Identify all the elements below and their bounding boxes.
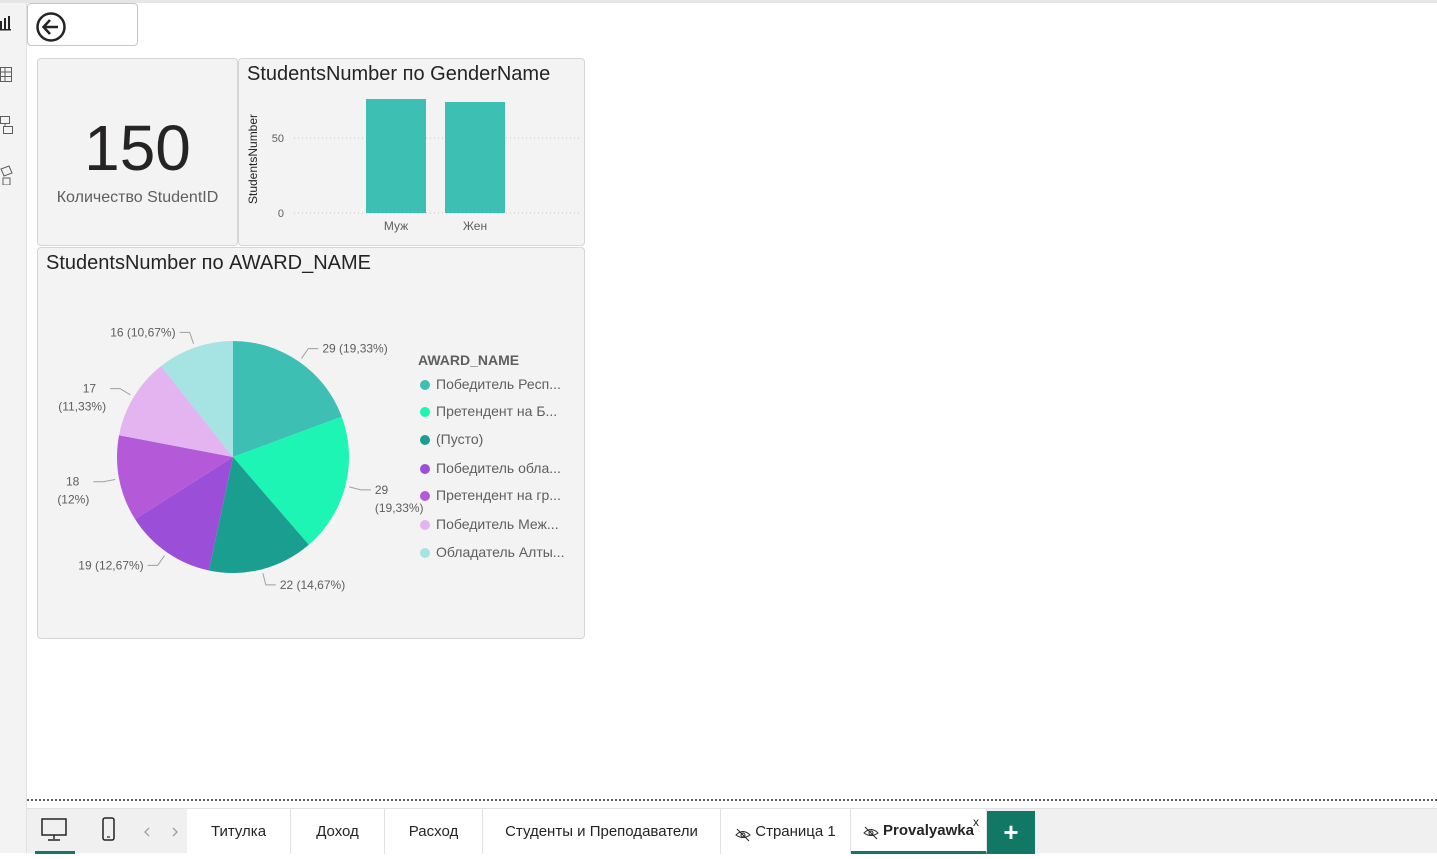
monitor-icon: [41, 818, 67, 841]
tab-stranitsa-1[interactable]: Страница 1: [721, 809, 851, 854]
tab-raskhod[interactable]: Расход: [385, 809, 483, 854]
desktop-layout-button[interactable]: [35, 809, 75, 854]
mobile-layout-button[interactable]: [93, 809, 123, 854]
tab-label: Титулка: [210, 823, 267, 840]
bar-y-axis-label: StudentsNumber: [246, 114, 260, 204]
pie-legend-item[interactable]: Претендент на Б...: [420, 403, 557, 419]
hidden-page-icon: [863, 826, 879, 840]
scroll-tabs-right-button[interactable]: [167, 809, 183, 854]
bar-y-tick-label: 0: [278, 208, 284, 220]
tab-label: Студенты и Преподаватели: [505, 823, 698, 840]
model-view-icon[interactable]: [0, 115, 14, 135]
tab-titulka[interactable]: Титулка: [187, 809, 291, 854]
pie-legend-item[interactable]: Победитель Меж...: [420, 516, 559, 532]
pie-data-label: 19 (12,67%): [78, 558, 143, 572]
legend-label: Претендент на Б...: [436, 403, 558, 419]
legend-label: Претендент на гр...: [436, 487, 561, 503]
page-boundary: [27, 799, 1437, 801]
pie-data-label: 29 (19,33%): [322, 342, 387, 356]
card-visual[interactable]: 150 Количество StudentID: [37, 58, 238, 246]
view-rail: [0, 3, 27, 853]
legend-marker-icon: [420, 491, 430, 501]
pie-leader-line: [349, 486, 371, 491]
tab-provalyawka[interactable]: Provalyawka: [851, 809, 987, 854]
pie-legend-item[interactable]: Обладатель Алты...: [420, 544, 564, 560]
pie-legend-item[interactable]: Победитель Респ...: [420, 376, 561, 392]
legend-label: (Пусто): [436, 431, 484, 447]
tab-dokhod[interactable]: Доход: [291, 809, 385, 854]
pie-data-label: 16 (10,67%): [110, 325, 175, 339]
pie-leader-line: [110, 388, 131, 396]
pie-leader-line: [147, 555, 165, 566]
bar-chart-visual[interactable]: StudentsNumber по GenderName StudentsNum…: [238, 58, 585, 246]
legend-label: Победитель Меж...: [436, 516, 559, 532]
legend-label: Победитель Респ...: [436, 376, 561, 392]
pie-leader-line: [301, 348, 319, 359]
arrow-left-circle-icon: [36, 12, 66, 42]
bar-y-tick-label: 50: [272, 133, 284, 145]
chevron-left-icon: [144, 827, 150, 837]
legend-marker-icon: [420, 407, 430, 417]
page-tab-bar: Титулка Доход Расход Студенты и Преподав…: [27, 808, 1437, 854]
tab-label: Provalyawka: [883, 821, 974, 839]
pie-legend-item[interactable]: Претендент на гр...: [420, 487, 561, 503]
close-tab-button[interactable]: x: [973, 815, 979, 829]
tab-label: Расход: [408, 823, 459, 840]
legend-marker-icon: [420, 435, 430, 445]
legend-marker-icon: [420, 548, 430, 558]
add-page-button[interactable]: +: [987, 811, 1035, 854]
table-view-icon[interactable]: [0, 65, 14, 85]
bar-chart-plot: StudentsNumber 0 50 Муж Жен: [246, 99, 579, 233]
bar-x-tick-label: Жен: [463, 219, 487, 233]
bar[interactable]: [366, 99, 426, 213]
legend-marker-icon: [420, 464, 430, 474]
pie-leader-line: [93, 478, 116, 483]
pie-data-label: 29 (19,33%): [375, 483, 424, 515]
pie-data-label: 18 (12%): [57, 475, 89, 507]
tab-students-and-teachers[interactable]: Студенты и Преподаватели: [483, 809, 721, 854]
pie-legend-item[interactable]: (Пусто): [420, 431, 483, 447]
legend-label: Победитель обла...: [436, 460, 561, 476]
tab-label: Страница 1: [755, 823, 836, 840]
bar[interactable]: [445, 102, 505, 213]
back-button[interactable]: [27, 3, 138, 46]
pie-chart-plot: 29 (19,33%) 29 (19,33%) 22 (14,67%) 19 (12,6…: [57, 325, 424, 592]
card-value: 150: [84, 112, 191, 184]
bar-x-tick-label: Муж: [384, 219, 408, 233]
report-view-icon[interactable]: [0, 15, 14, 35]
legend-marker-icon: [420, 380, 430, 390]
phone-icon: [102, 817, 115, 841]
pie-data-label: 17 (11,33%): [58, 382, 106, 414]
legend-label: Обладатель Алты...: [436, 544, 565, 560]
tab-label: Доход: [316, 823, 359, 840]
pie-leader-line: [262, 573, 276, 586]
card-label: Количество StudentID: [56, 189, 219, 206]
dax-query-view-icon[interactable]: [0, 165, 14, 185]
scroll-tabs-left-button[interactable]: [139, 809, 155, 854]
pie-chart-visual[interactable]: StudentsNumber по AWARD_NAME 29 (19,33%)…: [37, 247, 585, 639]
pie-legend-title: AWARD_NAME: [418, 352, 520, 368]
legend-marker-icon: [420, 520, 430, 530]
pie-legend-item[interactable]: Победитель обла...: [420, 460, 561, 476]
chevron-right-icon: [172, 827, 178, 837]
pie-data-label: 22 (14,67%): [280, 578, 345, 592]
pie-leader-line: [179, 331, 195, 344]
hidden-page-icon: [735, 828, 752, 841]
